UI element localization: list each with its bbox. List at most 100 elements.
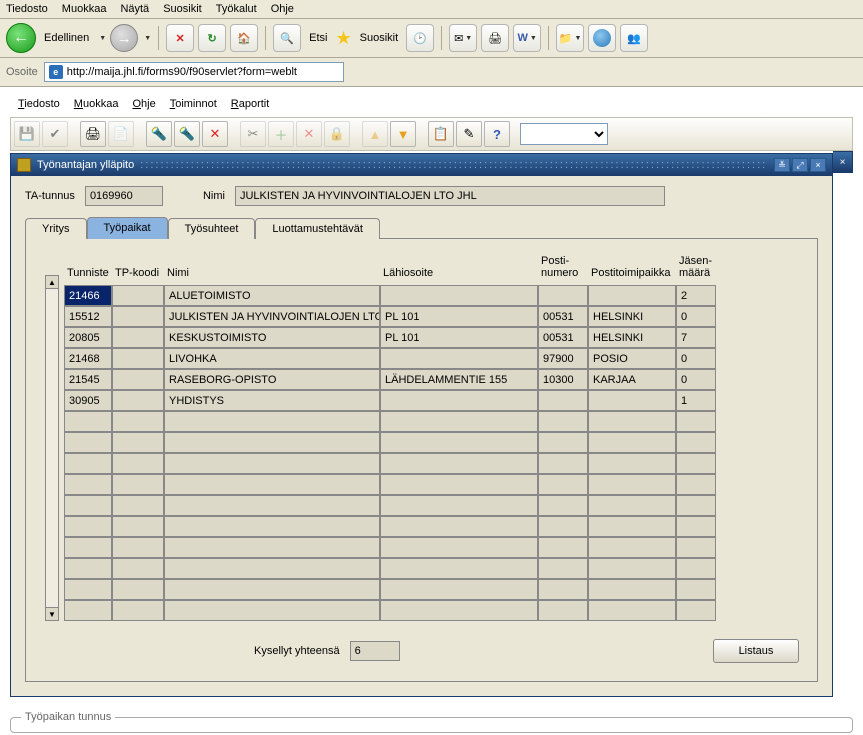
cell-empty[interactable] bbox=[676, 411, 716, 432]
cell-nimi[interactable]: LIVOHKA bbox=[164, 348, 380, 369]
cell-empty[interactable] bbox=[588, 453, 676, 474]
cell-postitoimipaikka[interactable]: HELSINKI bbox=[588, 327, 676, 348]
tb-lock[interactable]: 🔒 bbox=[324, 121, 350, 147]
cell-empty[interactable] bbox=[64, 558, 112, 579]
refresh-button[interactable]: ↻ bbox=[198, 24, 226, 52]
cell-empty[interactable] bbox=[164, 579, 380, 600]
cell-empty[interactable] bbox=[538, 453, 588, 474]
cell-tunniste[interactable]: 15512 bbox=[64, 306, 112, 327]
cell-empty[interactable] bbox=[380, 558, 538, 579]
listaus-button[interactable]: Listaus bbox=[713, 639, 799, 663]
cell-tpkoodi[interactable] bbox=[112, 306, 164, 327]
scroll-up-icon[interactable]: ▲ bbox=[45, 275, 59, 289]
tb-del[interactable]: ✕ bbox=[296, 121, 322, 147]
messenger-button[interactable]: 👥 bbox=[620, 24, 648, 52]
cell-postinumero[interactable] bbox=[538, 390, 588, 411]
table-row-empty[interactable] bbox=[64, 411, 716, 432]
cell-postitoimipaikka[interactable] bbox=[588, 285, 676, 306]
tab-tyosuhteet[interactable]: Työsuhteet bbox=[168, 218, 256, 239]
history-button[interactable]: 🕑 bbox=[406, 24, 434, 52]
cell-jasenmaara[interactable]: 0 bbox=[676, 369, 716, 390]
cell-empty[interactable] bbox=[676, 537, 716, 558]
cell-empty[interactable] bbox=[588, 516, 676, 537]
table-row-empty[interactable] bbox=[64, 600, 716, 621]
cell-empty[interactable] bbox=[588, 558, 676, 579]
table-row-empty[interactable] bbox=[64, 453, 716, 474]
scroll-track[interactable] bbox=[45, 289, 59, 607]
tb-edit[interactable]: ✎ bbox=[456, 121, 482, 147]
cell-tpkoodi[interactable] bbox=[112, 369, 164, 390]
cell-postinumero[interactable] bbox=[538, 285, 588, 306]
window-max-button[interactable]: ⤢ bbox=[792, 158, 808, 172]
print-button[interactable]: 🖨 bbox=[481, 24, 509, 52]
ta-tunnus-input[interactable] bbox=[85, 186, 163, 206]
cell-empty[interactable] bbox=[380, 579, 538, 600]
cell-empty[interactable] bbox=[112, 411, 164, 432]
cell-empty[interactable] bbox=[112, 516, 164, 537]
address-input[interactable]: e http://maija.jhl.fi/forms90/f90servlet… bbox=[44, 62, 344, 82]
cell-nimi[interactable]: JULKISTEN JA HYVINVOINTIALOJEN LTO JH bbox=[164, 306, 380, 327]
cell-nimi[interactable]: KESKUSTOIMISTO bbox=[164, 327, 380, 348]
cell-empty[interactable] bbox=[164, 411, 380, 432]
cell-lahiosoite[interactable]: PL 101 bbox=[380, 327, 538, 348]
cell-empty[interactable] bbox=[588, 537, 676, 558]
cell-empty[interactable] bbox=[538, 474, 588, 495]
table-row[interactable]: 20805KESKUSTOIMISTOPL 10100531HELSINKI7 bbox=[64, 327, 716, 348]
cell-postitoimipaikka[interactable]: KARJAA bbox=[588, 369, 676, 390]
cell-empty[interactable] bbox=[538, 558, 588, 579]
cell-nimi[interactable]: ALUETOIMISTO bbox=[164, 285, 380, 306]
cell-postitoimipaikka[interactable] bbox=[588, 390, 676, 411]
cell-empty[interactable] bbox=[676, 453, 716, 474]
cell-postinumero[interactable]: 00531 bbox=[538, 327, 588, 348]
cell-empty[interactable] bbox=[64, 411, 112, 432]
cell-empty[interactable] bbox=[588, 495, 676, 516]
table-row-empty[interactable] bbox=[64, 432, 716, 453]
cell-empty[interactable] bbox=[164, 474, 380, 495]
search-button[interactable]: 🔍 bbox=[273, 24, 301, 52]
cell-empty[interactable] bbox=[380, 474, 538, 495]
app-menu-ohje[interactable]: Ohje bbox=[132, 98, 155, 110]
tab-tyopaikat[interactable]: Työpaikat bbox=[87, 217, 168, 239]
table-row[interactable]: 21545RASEBORG-OPISTOLÄHDELAMMENTIE 15510… bbox=[64, 369, 716, 390]
cell-empty[interactable] bbox=[380, 600, 538, 621]
forward-dropdown-icon[interactable]: ▼ bbox=[144, 35, 151, 42]
tb-cut[interactable]: ✂ bbox=[240, 121, 266, 147]
app-menu-tiedosto[interactable]: Tiedosto bbox=[18, 98, 60, 110]
cell-empty[interactable] bbox=[380, 432, 538, 453]
cell-empty[interactable] bbox=[112, 537, 164, 558]
tab-luottamus[interactable]: Luottamustehtävät bbox=[255, 218, 380, 239]
cell-empty[interactable] bbox=[164, 495, 380, 516]
cell-jasenmaara[interactable]: 0 bbox=[676, 306, 716, 327]
cell-tpkoodi[interactable] bbox=[112, 327, 164, 348]
cell-empty[interactable] bbox=[380, 537, 538, 558]
cell-empty[interactable] bbox=[112, 432, 164, 453]
window-min-button[interactable]: ≚ bbox=[774, 158, 790, 172]
tb-up[interactable]: ▲ bbox=[362, 121, 388, 147]
cell-empty[interactable] bbox=[676, 474, 716, 495]
cell-empty[interactable] bbox=[588, 432, 676, 453]
cell-empty[interactable] bbox=[538, 579, 588, 600]
cell-empty[interactable] bbox=[64, 432, 112, 453]
cell-jasenmaara[interactable]: 0 bbox=[676, 348, 716, 369]
cell-empty[interactable] bbox=[64, 495, 112, 516]
globe-button[interactable] bbox=[588, 24, 616, 52]
cell-empty[interactable] bbox=[64, 516, 112, 537]
tb-down[interactable]: ▼ bbox=[390, 121, 416, 147]
cell-empty[interactable] bbox=[164, 537, 380, 558]
tb-query[interactable]: 🔦 bbox=[146, 121, 172, 147]
back-dropdown-icon[interactable]: ▼ bbox=[99, 35, 106, 42]
cell-tunniste[interactable]: 21545 bbox=[64, 369, 112, 390]
table-row-empty[interactable] bbox=[64, 579, 716, 600]
cell-empty[interactable] bbox=[112, 453, 164, 474]
tb-save[interactable]: 💾 bbox=[14, 121, 40, 147]
cell-empty[interactable] bbox=[676, 600, 716, 621]
table-row-empty[interactable] bbox=[64, 474, 716, 495]
window-title-bar[interactable]: Työnantajan ylläpito :::::::::::::::::::… bbox=[11, 154, 832, 176]
cell-postinumero[interactable]: 10300 bbox=[538, 369, 588, 390]
app-menu-raportit[interactable]: Raportit bbox=[231, 98, 270, 110]
cell-empty[interactable] bbox=[538, 411, 588, 432]
table-row-empty[interactable] bbox=[64, 537, 716, 558]
cell-empty[interactable] bbox=[538, 432, 588, 453]
cell-jasenmaara[interactable]: 2 bbox=[676, 285, 716, 306]
cell-empty[interactable] bbox=[676, 495, 716, 516]
